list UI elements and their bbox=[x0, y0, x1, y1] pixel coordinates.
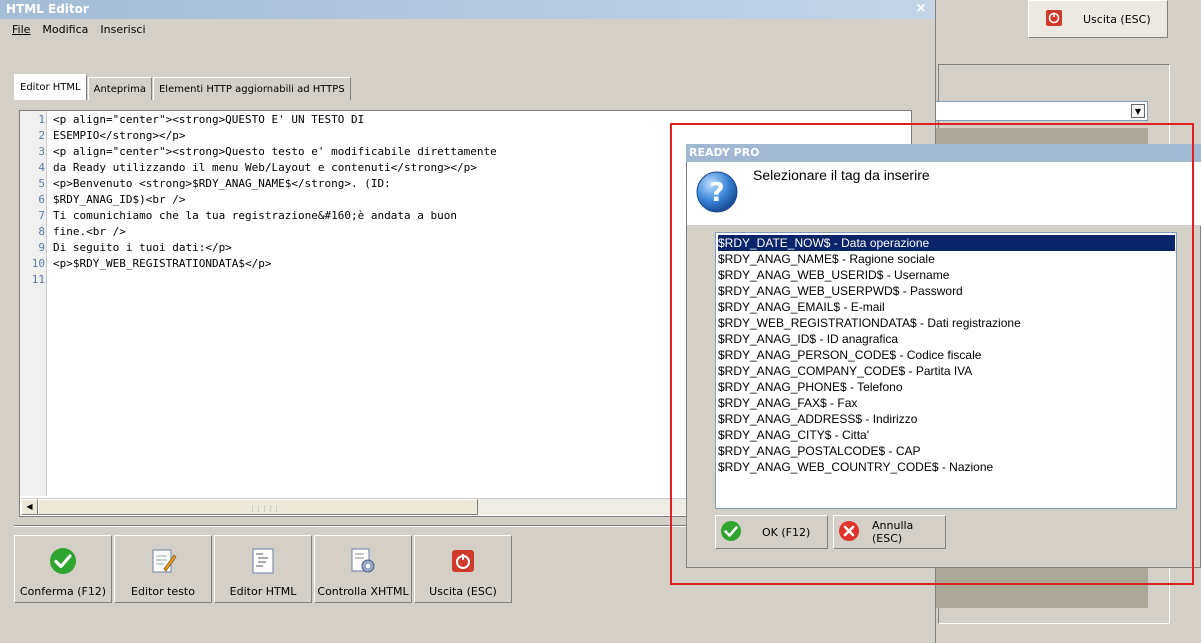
check-icon bbox=[48, 546, 78, 576]
check-xhtml-label: Controlla XHTML bbox=[317, 585, 409, 598]
line-number: 2 bbox=[38, 129, 45, 142]
code-line[interactable]: <p align="center"><strong>Questo testo e… bbox=[53, 145, 497, 158]
scroll-left-icon[interactable]: ◀ bbox=[21, 499, 38, 515]
confirm-label: Conferma (F12) bbox=[19, 585, 107, 598]
code-line[interactable]: Ti comunichiamo che la tua registrazione… bbox=[53, 209, 457, 222]
code-line[interactable]: ESEMPIO</strong></p> bbox=[53, 129, 185, 142]
confirm-button[interactable]: Conferma (F12) bbox=[14, 535, 112, 603]
line-number: 8 bbox=[38, 225, 45, 238]
code-line[interactable]: $RDY_ANAG_ID$)<br /> bbox=[53, 193, 185, 206]
gear-check-icon bbox=[348, 546, 378, 576]
background-combo[interactable] bbox=[930, 101, 1148, 121]
code-line[interactable]: da Ready utilizzando il menu Web/Layout … bbox=[53, 161, 477, 174]
bottom-toolbar: Conferma (F12) Editor testo Editor HTML … bbox=[14, 535, 512, 603]
code-line[interactable]: <p>$RDY_WEB_REGISTRATIONDATA$</p> bbox=[53, 257, 272, 270]
title-bar: HTML Editor × bbox=[0, 0, 935, 19]
text-editor-button[interactable]: Editor testo bbox=[114, 535, 212, 603]
line-number-gutter: 1 2 3 4 5 6 7 8 9 10 11 bbox=[20, 111, 47, 496]
line-number: 11 bbox=[31, 273, 45, 286]
window-title: HTML Editor bbox=[6, 2, 89, 16]
exit-label: Uscita (ESC) bbox=[429, 585, 497, 598]
background-exit-label: Uscita (ESC) bbox=[1083, 12, 1151, 26]
menu-modifica[interactable]: Modifica bbox=[42, 23, 88, 36]
grip-icon: ⋮⋮⋮⋮⋮ bbox=[249, 505, 280, 513]
code-line[interactable]: Di seguito i tuoi dati:</p> bbox=[53, 241, 232, 254]
exit-icon bbox=[1045, 9, 1063, 30]
scroll-thumb[interactable]: ⋮⋮⋮⋮⋮ bbox=[38, 499, 478, 515]
tab-anteprima[interactable]: Anteprima bbox=[87, 77, 152, 100]
tab-editor-html[interactable]: Editor HTML bbox=[14, 74, 87, 100]
exit-button[interactable]: Uscita (ESC) bbox=[414, 535, 512, 603]
menu-bar: File Modifica Inserisci bbox=[0, 19, 935, 39]
html-editor-label: Editor HTML bbox=[229, 585, 297, 598]
line-number: 3 bbox=[38, 145, 45, 158]
menu-inserisci[interactable]: Inserisci bbox=[100, 23, 145, 36]
red-highlight-box bbox=[670, 123, 1194, 585]
text-editor-label: Editor testo bbox=[131, 585, 195, 598]
text-editor-icon bbox=[148, 546, 178, 576]
html-editor-button[interactable]: Editor HTML bbox=[214, 535, 312, 603]
line-number: 6 bbox=[38, 193, 45, 206]
line-number: 1 bbox=[38, 113, 45, 126]
line-number: 4 bbox=[38, 161, 45, 174]
code-line[interactable]: <p align="center"><strong>QUESTO E' UN T… bbox=[53, 113, 364, 126]
check-xhtml-button[interactable]: Controlla XHTML bbox=[314, 535, 412, 603]
code-line[interactable]: <p>Benvenuto <strong>$RDY_ANAG_NAME$</st… bbox=[53, 177, 391, 190]
exit-icon bbox=[448, 546, 478, 576]
html-editor-icon bbox=[248, 546, 278, 576]
line-number: 5 bbox=[38, 177, 45, 190]
menu-file[interactable]: File bbox=[12, 23, 30, 36]
tab-strip: Editor HTML Anteprima Elementi HTTP aggi… bbox=[14, 74, 352, 100]
line-number: 10 bbox=[31, 257, 45, 270]
background-exit-button[interactable]: Uscita (ESC) bbox=[1028, 0, 1168, 38]
code-line[interactable]: fine.<br /> bbox=[53, 225, 126, 238]
tab-https-elements[interactable]: Elementi HTTP aggiornabili ad HTTPS bbox=[152, 77, 351, 100]
line-number: 9 bbox=[38, 241, 45, 254]
close-icon[interactable]: × bbox=[913, 1, 929, 17]
line-number: 7 bbox=[38, 209, 45, 222]
chevron-down-icon[interactable]: ▼ bbox=[1131, 104, 1145, 118]
